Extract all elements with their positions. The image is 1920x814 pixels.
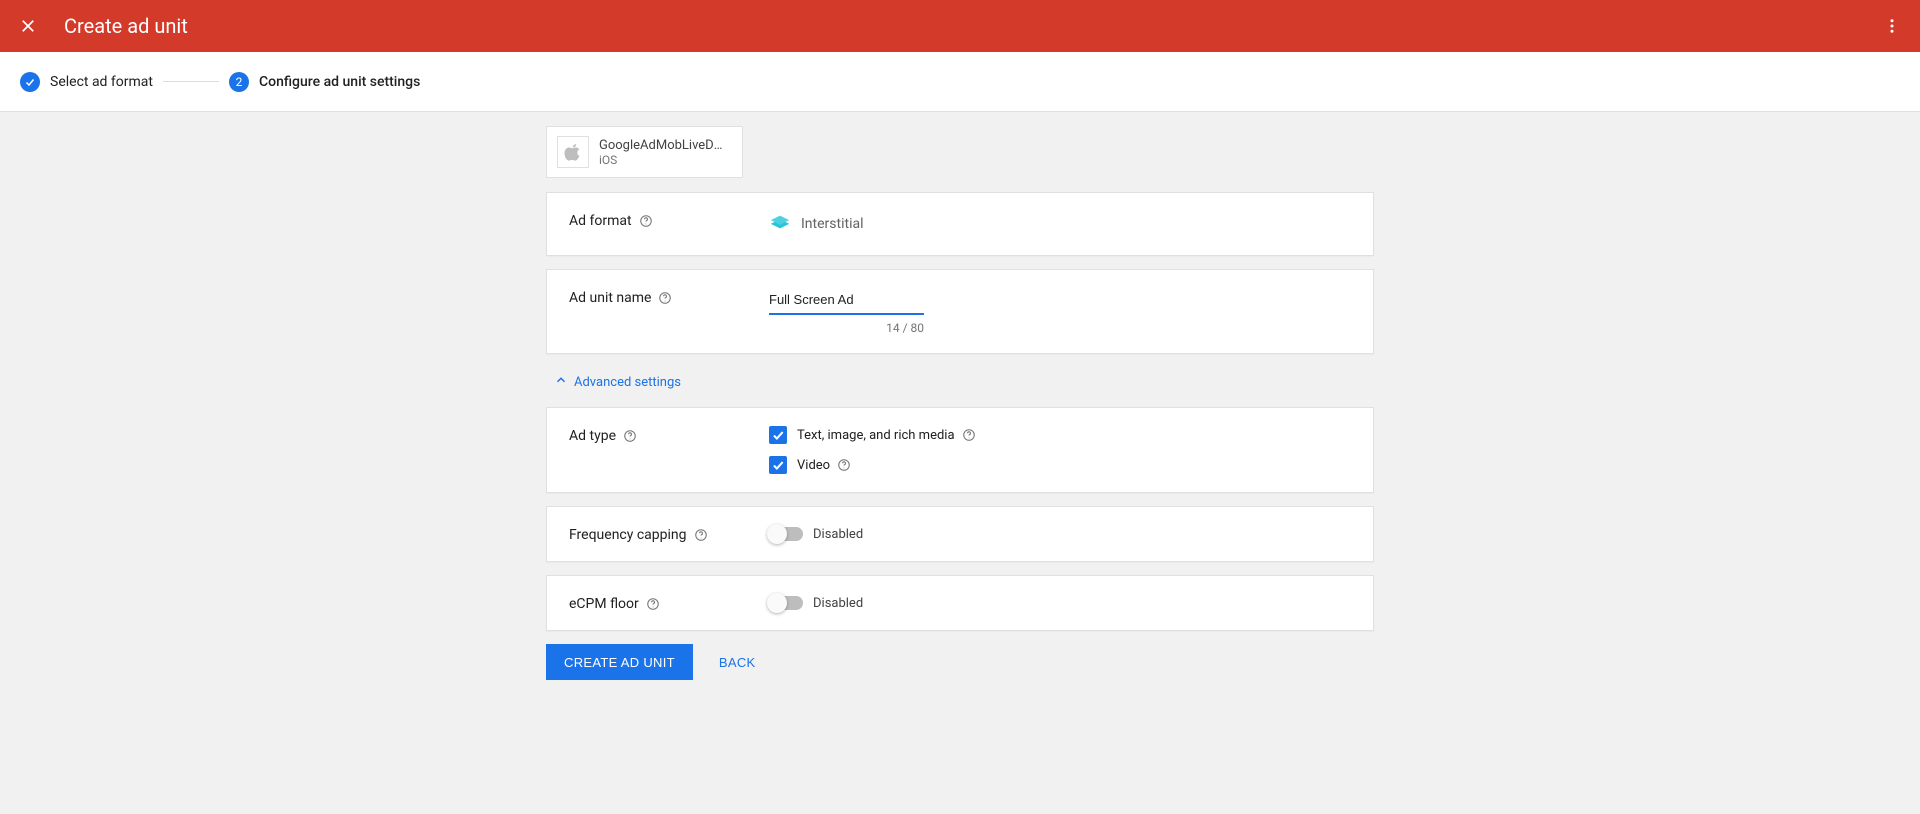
ad-format-label: Ad format [569,213,632,229]
help-icon[interactable] [657,290,673,306]
char-count: 14 / 80 [769,315,924,335]
step-number-badge: 2 [229,72,249,92]
frequency-capping-card: Frequency capping Disabled [546,506,1374,562]
close-icon[interactable] [16,14,40,38]
step-1-label: Select ad format [50,74,153,90]
frequency-capping-status: Disabled [813,527,863,542]
ecpm-floor-status: Disabled [813,596,863,611]
help-icon[interactable] [622,428,638,444]
ecpm-floor-toggle[interactable] [769,596,803,610]
app-card: GoogleAdMobLiveDe… iOS [546,126,743,178]
app-platform: iOS [599,153,729,167]
button-row: CREATE AD UNIT BACK [546,644,1374,680]
header-bar: Create ad unit [0,0,1920,52]
help-icon[interactable] [645,596,661,612]
app-text: GoogleAdMobLiveDe… iOS [599,138,729,167]
ad-format-value: Interstitial [801,216,864,232]
ad-format-card: Ad format [546,192,1374,256]
checkbox-video[interactable] [769,456,787,474]
back-button[interactable]: BACK [707,644,768,680]
ecpm-floor-card: eCPM floor Disabled [546,575,1374,631]
stepper: Select ad format 2 Configure ad unit set… [0,52,1920,112]
apple-icon [557,136,589,168]
chevron-up-icon [554,373,568,391]
ecpm-floor-label: eCPM floor [569,596,639,612]
interstitial-icon [769,211,791,237]
content-inner: GoogleAdMobLiveDe… iOS Ad format [546,126,1374,680]
step-1[interactable]: Select ad format [20,72,153,92]
ad-type-label: Ad type [569,428,616,444]
ad-type-option-2: Video [797,458,830,473]
step-done-icon [20,72,40,92]
frequency-capping-label: Frequency capping [569,527,687,543]
checkbox-text-image[interactable] [769,426,787,444]
content: GoogleAdMobLiveDe… iOS Ad format [0,112,1920,720]
step-connector [163,81,219,82]
ad-unit-name-card: Ad unit name 14 / 80 [546,269,1374,354]
ad-type-card: Ad type Text, image, and rich media [546,407,1374,493]
help-icon[interactable] [693,527,709,543]
ad-type-option-1: Text, image, and rich media [797,428,955,443]
step-2: 2 Configure ad unit settings [229,72,420,92]
create-ad-unit-button[interactable]: CREATE AD UNIT [546,644,693,680]
ad-unit-name-label: Ad unit name [569,290,651,306]
help-icon[interactable] [836,457,852,473]
advanced-settings-label: Advanced settings [574,375,681,390]
help-icon[interactable] [638,213,654,229]
header-left: Create ad unit [16,14,188,38]
frequency-capping-toggle[interactable] [769,527,803,541]
page-title: Create ad unit [64,14,188,38]
advanced-settings-toggle[interactable]: Advanced settings [546,367,1374,397]
step-2-label: Configure ad unit settings [259,74,420,90]
more-vert-icon[interactable] [1880,14,1904,38]
app-name: GoogleAdMobLiveDe… [599,138,729,153]
help-icon[interactable] [961,427,977,443]
ad-unit-name-input[interactable] [769,288,924,315]
